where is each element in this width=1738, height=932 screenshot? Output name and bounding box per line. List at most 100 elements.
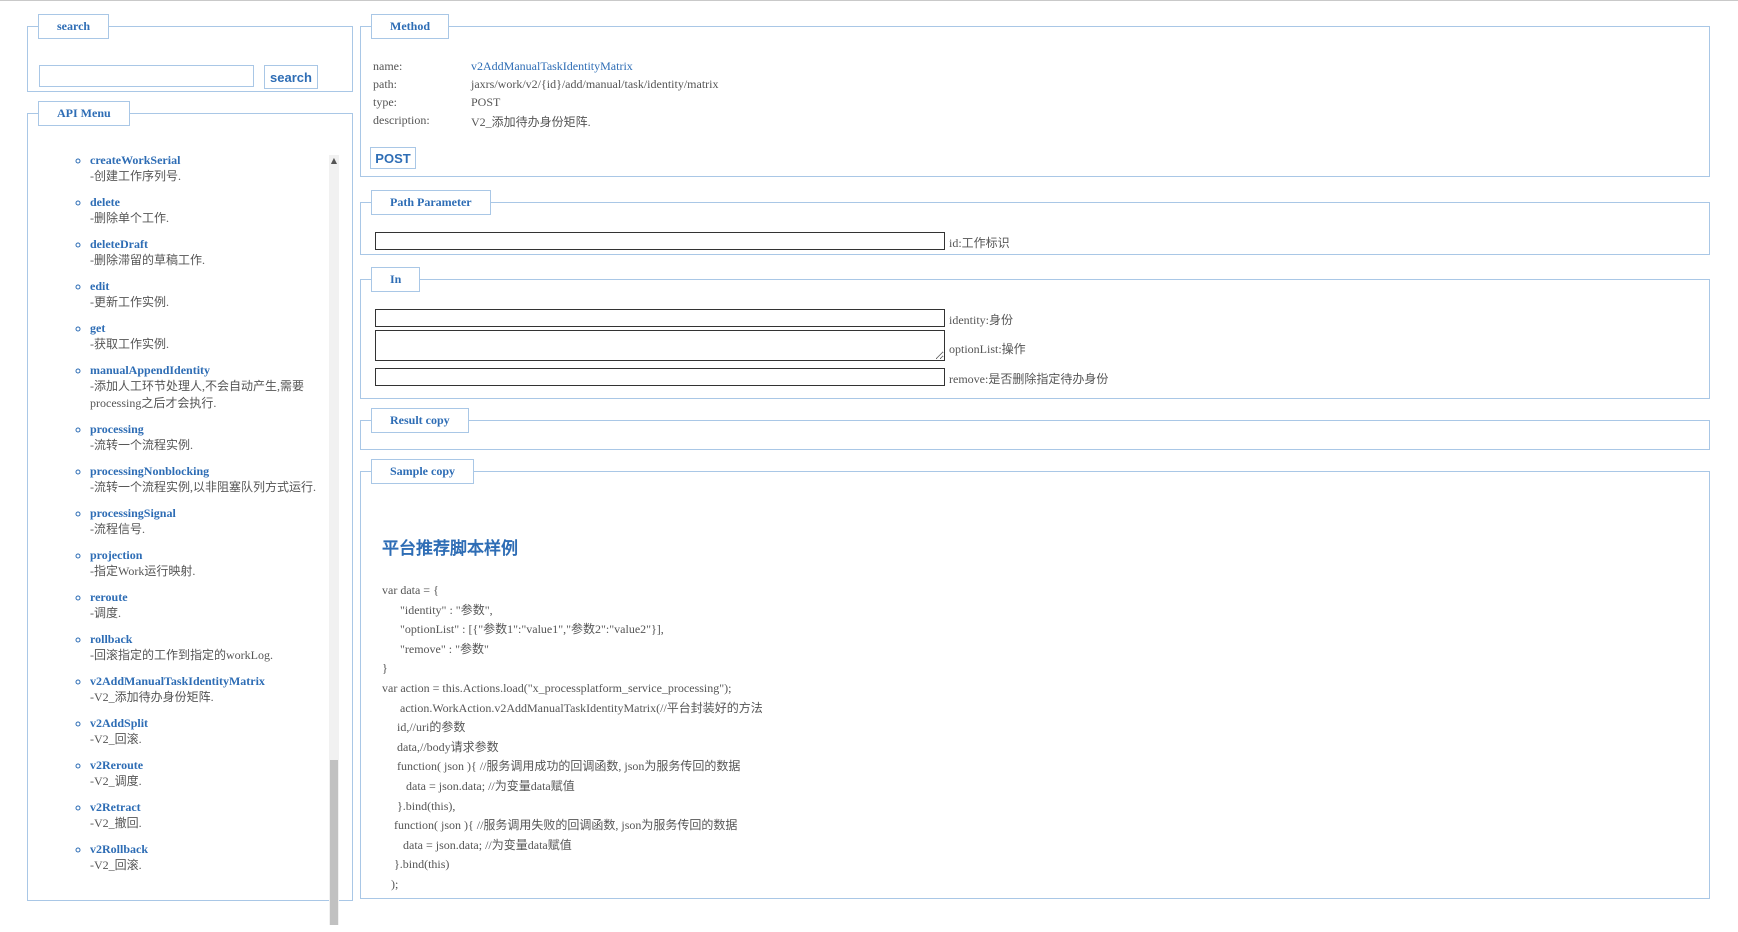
api-menu-list: createWorkSerial-创建工作序列号.delete-删除单个工作.d… [28, 152, 342, 874]
identity-input[interactable] [375, 309, 945, 327]
code-line: ); [382, 876, 399, 891]
menu-item-link[interactable]: createWorkSerial [90, 152, 320, 168]
method-path-label: path: [373, 77, 397, 91]
menu-item-link[interactable]: v2Rollback [90, 841, 320, 857]
method-panel: Method name: v2AddManualTaskIdentityMatr… [360, 14, 1710, 177]
search-input[interactable] [39, 65, 254, 87]
menu-item: deleteDraft-删除滞留的草稿工作. [90, 236, 320, 269]
menu-item-description: -获取工作实例. [90, 337, 169, 351]
code-line: function( json ){ //服务调用成功的回调函数, json为服务… [382, 759, 741, 774]
method-description-value: V2_添加待办身份矩阵. [471, 115, 591, 129]
menu-item: edit-更新工作实例. [90, 278, 320, 311]
sample-panel: Sample copy 平台推荐脚本样例 var data = { "ident… [360, 459, 1710, 899]
menu-item-link[interactable]: rollback [90, 631, 320, 647]
menu-item-link[interactable]: processing [90, 421, 320, 437]
sample-code-block: var data = { "identity" : "参数", "optionL… [382, 581, 763, 895]
method-type-value: POST [471, 95, 501, 109]
code-line: "remove" : "参数" [382, 641, 489, 656]
menu-item-description: -指定Work运行映射. [90, 564, 196, 578]
menu-item-link[interactable]: edit [90, 278, 320, 294]
code-line: }.bind(this) [382, 857, 450, 872]
menu-item-description: -删除单个工作. [90, 211, 169, 225]
sample-copy-legend[interactable]: Sample copy [371, 459, 475, 484]
menu-item-link[interactable]: v2AddSplit [90, 715, 320, 731]
in-legend: In [371, 267, 421, 292]
method-type-label: type: [373, 95, 397, 109]
menu-item: v2AddManualTaskIdentityMatrix-V2_添加待办身份矩… [90, 673, 320, 706]
code-line: "optionList" : [{"参数1":"value1","参数2":"v… [382, 622, 664, 637]
path-parameter-legend: Path Parameter [371, 190, 491, 215]
menu-item-link[interactable]: v2Reroute [90, 757, 320, 773]
menu-item: v2AddSplit-V2_回滚. [90, 715, 320, 748]
result-panel: Result copy [360, 408, 1710, 450]
api-menu-panel: API Menu createWorkSerial-创建工作序列号. delete… [27, 101, 353, 925]
code-line: var action = this.Actions.load("x_proces… [382, 680, 732, 695]
code-line: } [382, 661, 388, 676]
menu-item-description: -添加人工环节处理人,不会自动产生,需要processing之后才会执行. [90, 379, 304, 410]
menu-item: processing-流转一个流程实例. [90, 421, 320, 454]
menu-item: delete-删除单个工作. [90, 194, 320, 227]
menu-item: processingNonblocking-流转一个流程实例,以非阻塞队列方式运… [90, 463, 320, 496]
menu-item-description: -流转一个流程实例. [90, 438, 193, 452]
post-button[interactable]: POST [370, 147, 416, 169]
remove-label: remove:是否删除指定待办身份 [949, 372, 1109, 386]
menu-item-description: -V2_添加待办身份矩阵. [90, 690, 214, 704]
code-line: action.WorkAction.v2AddManualTaskIdentit… [382, 700, 763, 715]
path-parameter-panel: Path Parameter id:工作标识 [360, 190, 1710, 255]
menu-item-description: -更新工作实例. [90, 295, 169, 309]
method-legend: Method [371, 14, 449, 39]
menu-item: v2Rollback-V2_回滚. [90, 841, 320, 874]
code-line: }.bind(this), [382, 798, 456, 813]
menu-item: reroute-调度. [90, 589, 320, 622]
menu-item-description: -回滚指定的工作到指定的workLog. [90, 648, 273, 662]
search-panel: search search [27, 14, 353, 92]
menu-item-link[interactable]: manualAppendIdentity [90, 362, 320, 378]
id-param-input[interactable] [375, 232, 945, 250]
menu-item-link[interactable]: deleteDraft [90, 236, 320, 252]
code-line: id,//uri的参数 [382, 720, 466, 735]
code-line: function( json ){ //服务调用失败的回调函数, json为服务… [382, 818, 738, 833]
result-copy-legend[interactable]: Result copy [371, 408, 469, 433]
sample-title: 平台推荐脚本样例 [382, 539, 518, 558]
code-line: var data = { [382, 583, 439, 597]
menu-item: rollback-回滚指定的工作到指定的workLog. [90, 631, 320, 664]
scrollbar-thumb[interactable] [330, 760, 338, 925]
scroll-up-arrow-icon[interactable]: ▲ [329, 155, 339, 167]
code-line: data = json.data; //为变量data赋值 [382, 778, 575, 793]
menu-item-link[interactable]: v2Retract [90, 799, 320, 815]
menu-item-description: -V2_回滚. [90, 858, 142, 872]
api-menu-legend: API Menu [38, 101, 130, 126]
menu-item-link[interactable]: processingNonblocking [90, 463, 320, 479]
menu-item: manualAppendIdentity-添加人工环节处理人,不会自动产生,需要… [90, 362, 320, 412]
menu-item-link[interactable]: reroute [90, 589, 320, 605]
method-path-value: jaxrs/work/v2/{id}/add/manual/task/ident… [471, 77, 719, 91]
method-name-value: v2AddManualTaskIdentityMatrix [471, 59, 633, 73]
code-line: data = json.data; //为变量data赋值 [382, 837, 572, 852]
menu-item: v2Reroute-V2_调度. [90, 757, 320, 790]
top-divider [0, 0, 1738, 1]
option-list-label: optionList:操作 [949, 342, 1026, 356]
menu-item: createWorkSerial-创建工作序列号. [90, 152, 320, 185]
menu-item-link[interactable]: projection [90, 547, 320, 563]
method-name-label: name: [373, 59, 403, 73]
menu-item-description: -流转一个流程实例,以非阻塞队列方式运行. [90, 480, 316, 494]
id-param-label: id:工作标识 [949, 236, 1010, 250]
api-menu-list-container: createWorkSerial-创建工作序列号.delete-删除单个工作.d… [28, 152, 342, 932]
menu-item-description: -创建工作序列号. [90, 169, 181, 183]
menu-item: get-获取工作实例. [90, 320, 320, 353]
menu-item-link[interactable]: v2AddManualTaskIdentityMatrix [90, 673, 320, 689]
menu-item-link[interactable]: get [90, 320, 320, 336]
in-parameter-panel: In identity:身份 optionList:操作 remove:是否删除… [360, 267, 1710, 399]
menu-item-link[interactable]: delete [90, 194, 320, 210]
search-button[interactable]: search [264, 65, 318, 89]
menu-item-description: -V2_回滚. [90, 732, 142, 746]
menu-item-description: -V2_调度. [90, 774, 142, 788]
menu-scrollbar[interactable]: ▲ [329, 155, 339, 925]
menu-item-link[interactable]: processingSignal [90, 505, 320, 521]
method-description-label: description: [373, 113, 430, 127]
code-line: "identity" : "参数", [382, 602, 493, 617]
option-list-textarea[interactable] [375, 330, 945, 361]
menu-item: v2Retract-V2_撤回. [90, 799, 320, 832]
menu-item-description: -调度. [90, 606, 121, 620]
remove-input[interactable] [375, 368, 945, 386]
